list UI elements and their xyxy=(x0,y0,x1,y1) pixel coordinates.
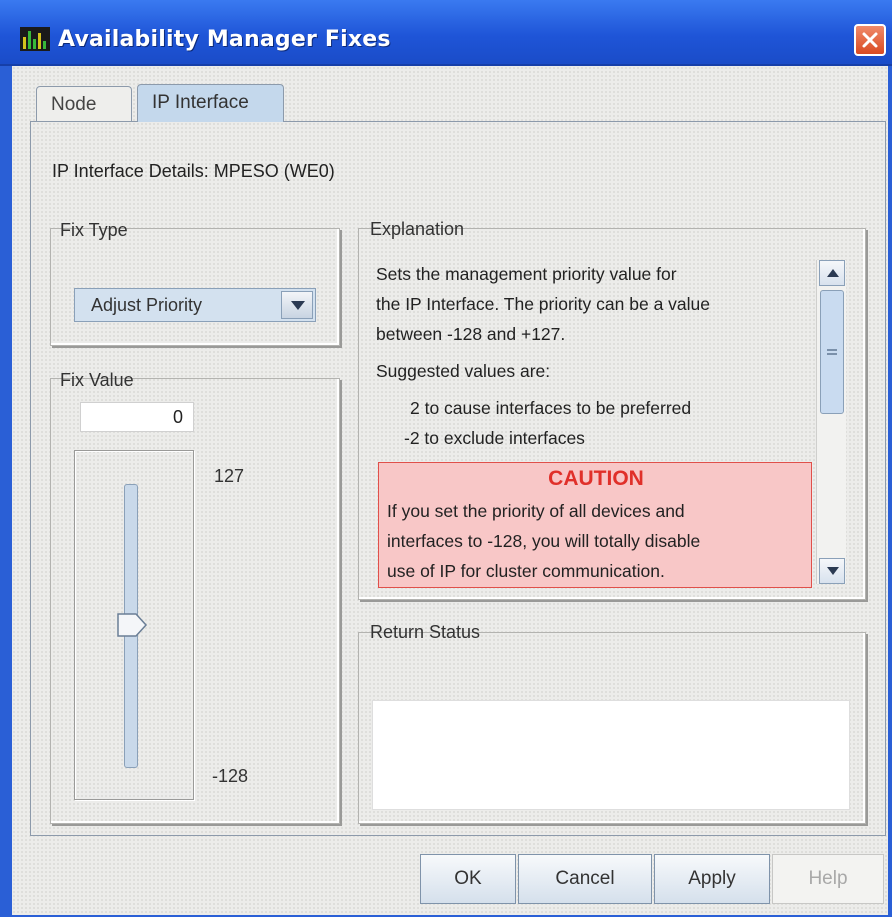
slider-min-label: -128 xyxy=(212,766,249,786)
slider-thumb[interactable] xyxy=(116,612,148,638)
fix-type-title: Fix Type xyxy=(60,220,128,240)
ok-button[interactable]: OK xyxy=(420,854,516,904)
caution-line: If you set the priority of all devices a… xyxy=(387,501,685,521)
caution-line: interfaces to -128, you will totally dis… xyxy=(387,531,701,551)
cancel-button[interactable]: Cancel xyxy=(518,854,652,904)
return-status-title: Return Status xyxy=(370,622,481,642)
tab-ip-interface[interactable]: IP Interface xyxy=(137,84,284,122)
chevron-down-icon xyxy=(291,301,305,310)
close-button[interactable] xyxy=(854,24,886,56)
apply-button[interactable]: Apply xyxy=(654,854,770,904)
availability-manager-icon xyxy=(20,27,50,51)
explanation-scrollbar[interactable] xyxy=(816,260,846,584)
scroll-up-button[interactable] xyxy=(819,260,845,286)
interface-details: IP Interface Details: MPESO (WE0) xyxy=(52,161,335,181)
explanation-line: Suggested values are: xyxy=(376,361,551,381)
explanation-line: Sets the management priority value for xyxy=(376,264,677,284)
explanation-line: the IP Interface. The priority can be a … xyxy=(376,294,710,314)
close-icon xyxy=(862,32,878,48)
scroll-thumb[interactable] xyxy=(820,290,844,414)
scroll-down-button[interactable] xyxy=(819,558,845,584)
arrow-down-icon xyxy=(827,567,839,575)
tab-node-label: Node xyxy=(51,94,97,115)
explanation-line: 2 to cause interfaces to be preferred xyxy=(410,398,692,418)
explanation-line: -2 to exclude interfaces xyxy=(404,428,585,448)
fix-value-title: Fix Value xyxy=(60,370,134,390)
caution-title: CAUTION xyxy=(548,467,644,490)
window-title: Availability Manager Fixes xyxy=(58,27,391,52)
fix-value-input[interactable]: 0 xyxy=(80,402,194,432)
fix-type-group xyxy=(50,228,340,346)
explanation-line: between -128 and +127. xyxy=(376,324,566,344)
caution-line: use of IP for cluster communication. xyxy=(387,561,665,581)
fix-type-dropdown[interactable]: Adjust Priority xyxy=(74,288,316,322)
explanation-title: Explanation xyxy=(370,219,465,239)
scroll-grip xyxy=(827,349,837,351)
tab-ip-interface-label: IP Interface xyxy=(152,92,249,113)
title-bar[interactable]: Availability Manager Fixes xyxy=(0,0,892,66)
dialog-body: Node IP Interface IP Interface Details: … xyxy=(12,66,888,915)
tab-node[interactable]: Node xyxy=(36,86,132,122)
slider-max-label: 127 xyxy=(214,466,245,486)
caution-box: CAUTION If you set the priority of all d… xyxy=(378,462,812,588)
dialog-window: Availability Manager Fixes Node IP Inter… xyxy=(0,0,892,917)
return-status-text xyxy=(372,700,850,810)
arrow-up-icon xyxy=(827,269,839,277)
dropdown-button[interactable] xyxy=(281,291,313,319)
help-button[interactable]: Help xyxy=(772,854,884,904)
fix-type-selected: Adjust Priority xyxy=(91,295,203,315)
